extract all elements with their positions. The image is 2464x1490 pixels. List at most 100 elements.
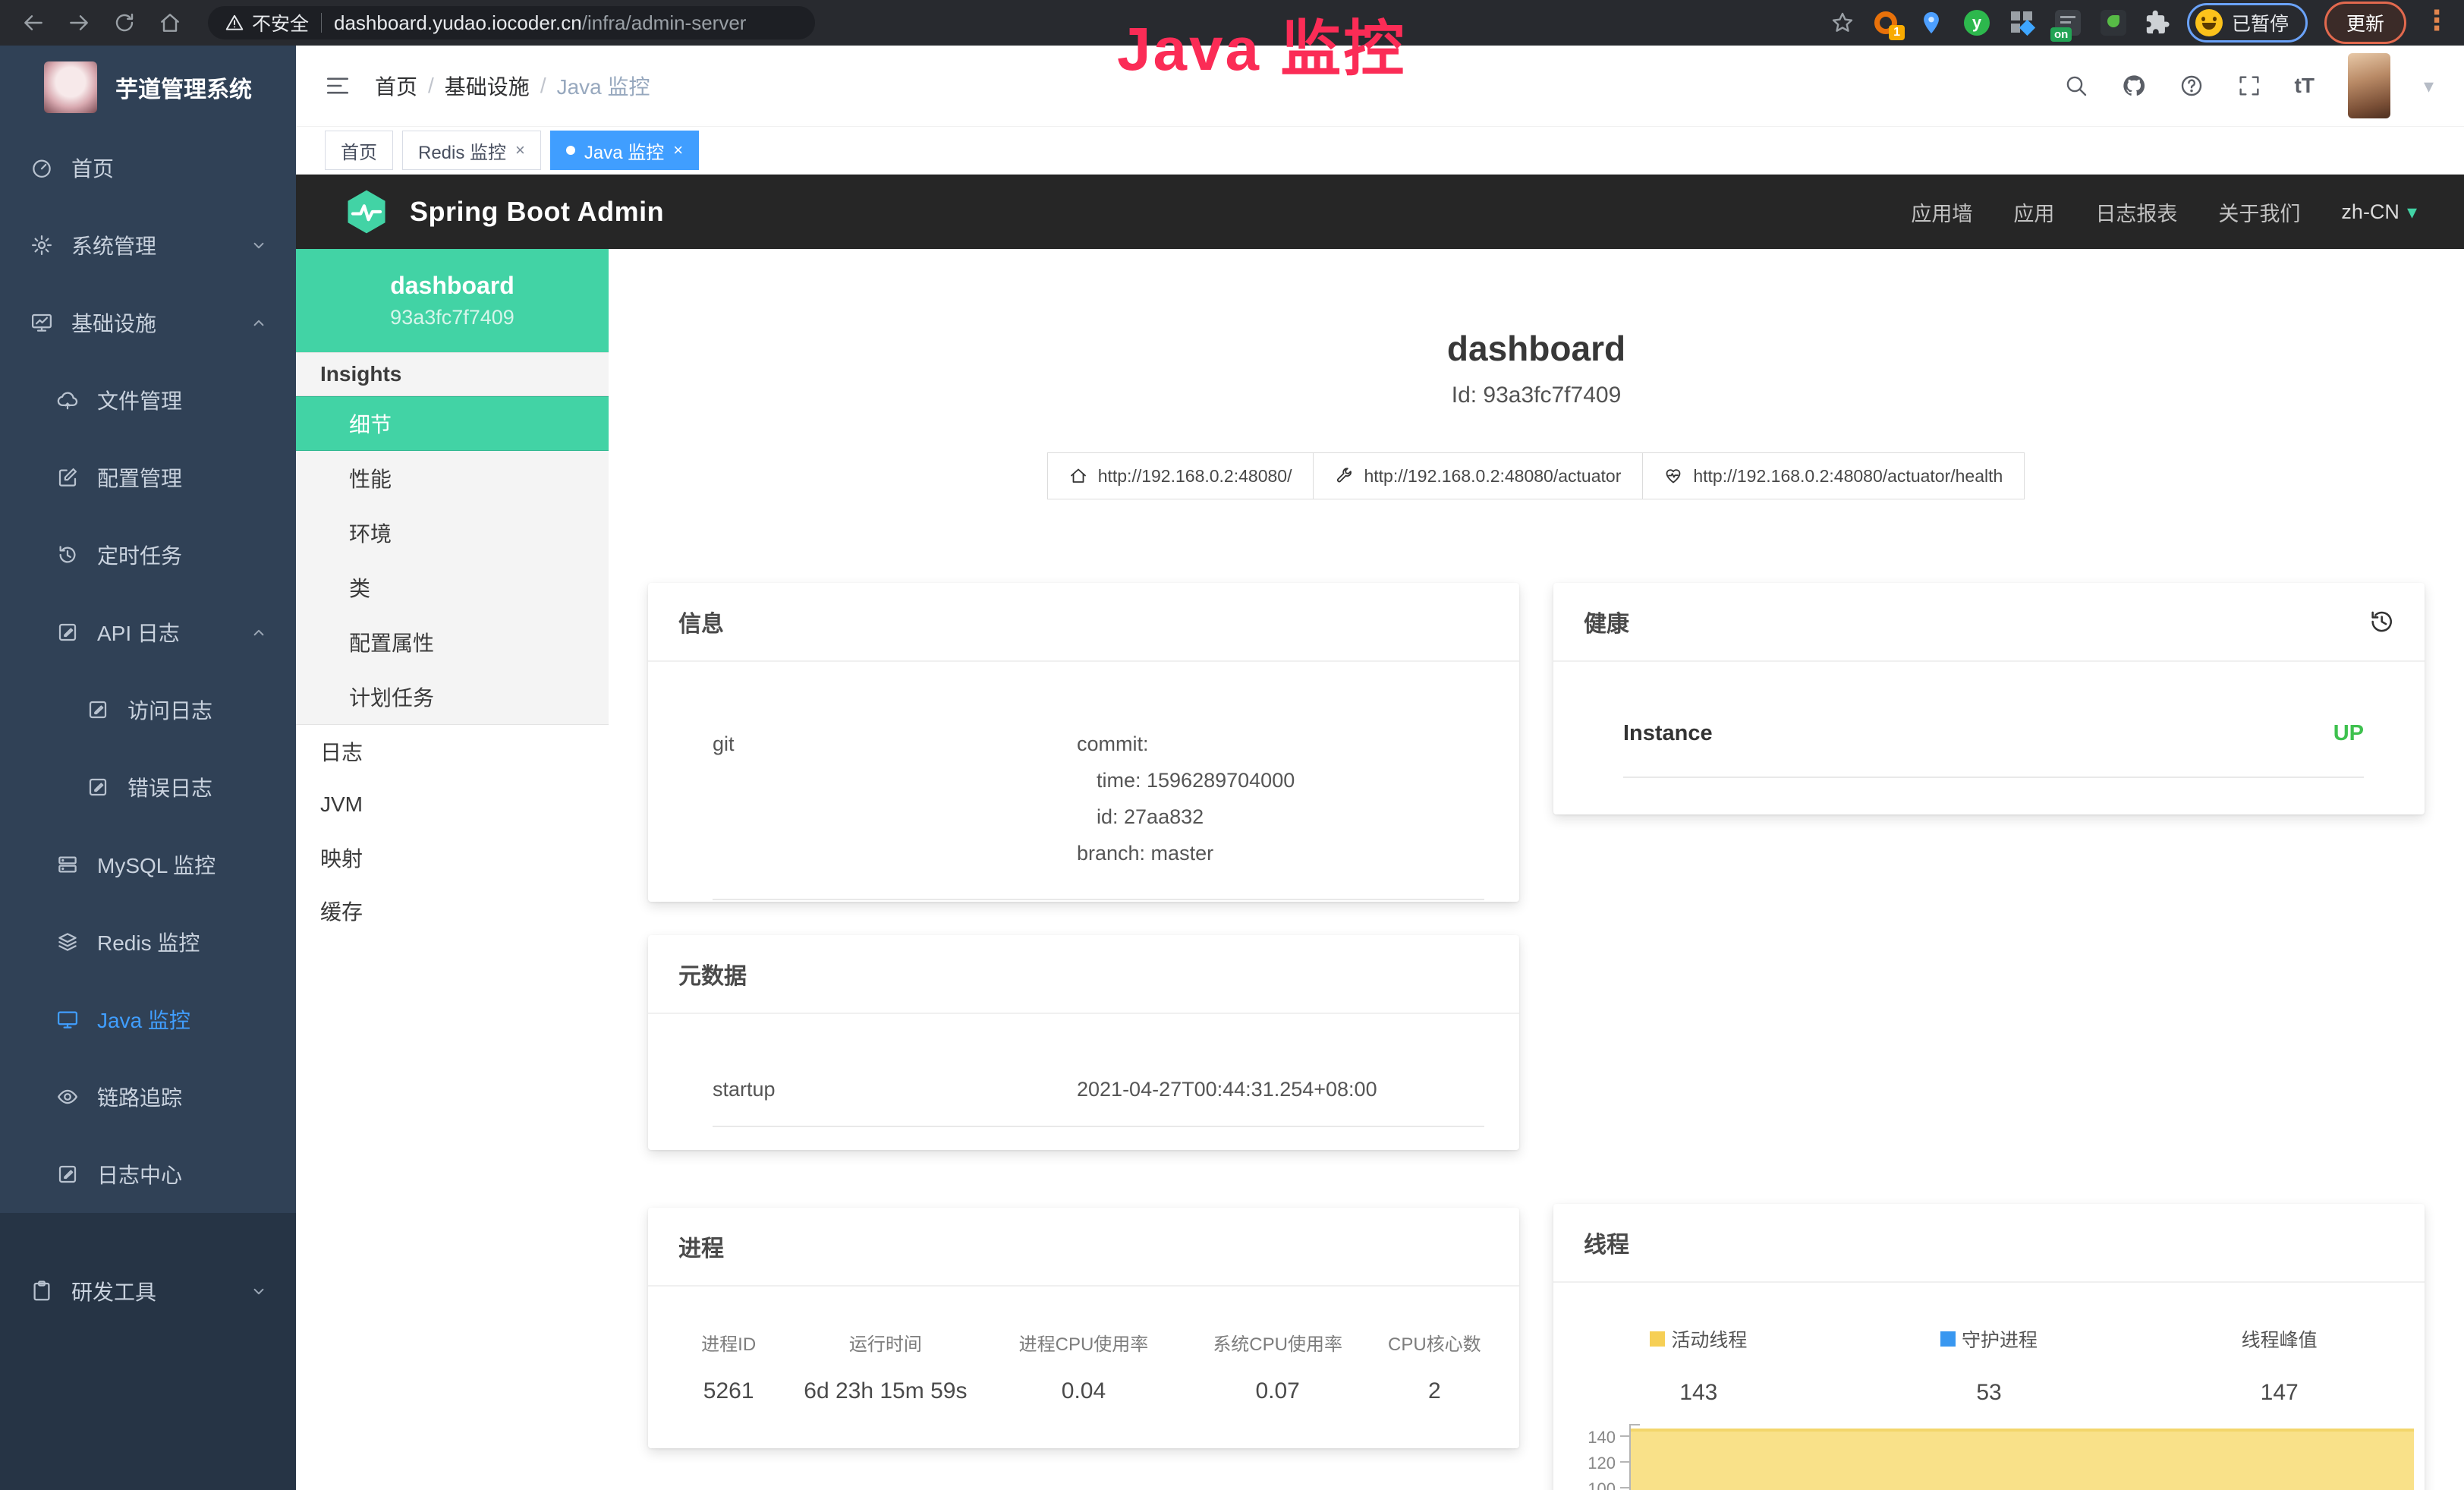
extension-on-icon[interactable]: on [2053,8,2082,37]
process-value: 6d 23h 15m 59s [786,1378,984,1404]
legend-peak-value: 147 [2134,1380,2425,1406]
sidebar-item-redis[interactable]: Redis 监控 [0,903,296,981]
search-icon[interactable] [2064,74,2088,98]
health-url-link[interactable]: http://192.168.0.2:48080/actuator/health [1642,452,2025,499]
info-value: commit: time: 1596289704000 id: 27aa832 … [1077,726,1484,871]
breadcrumb-separator: / [428,74,434,98]
github-icon[interactable] [2122,74,2146,98]
process-header: 运行时间 [786,1329,984,1356]
sidebar-item-files[interactable]: 文件管理 [0,361,296,439]
sba-instance-id: 93a3fc7f7409 [390,306,515,329]
process-card: 进程 进程ID5261 运行时间6d 23h 15m 59s 进程CPU使用率0… [648,1208,1519,1448]
sidebar-item-jobs[interactable]: 定时任务 [0,516,296,594]
sidebar-item-mysql[interactable]: MySQL 监控 [0,826,296,903]
sba-locale-select[interactable]: zh-CN ▾ [2341,200,2417,224]
legend-live-threads[interactable]: 活动线程 [1650,1325,1747,1353]
extensions-puzzle-icon[interactable] [2145,10,2170,36]
instance-links: http://192.168.0.2:48080/ http://192.168… [609,452,2464,499]
sidebar-item-devtools[interactable]: 研发工具 [0,1252,296,1330]
tag-label: 首页 [341,137,377,164]
browser-menu-icon[interactable]: ⋮ [2423,7,2450,39]
bookmark-star-icon[interactable] [1830,11,1855,35]
update-button[interactable]: 更新 [2324,2,2406,44]
paused-profile-chip[interactable]: 已暂停 [2187,3,2308,43]
back-icon[interactable] [21,11,46,35]
metadata-card: 元数据 startup 2021-04-27T00:44:31.254+08:0… [648,935,1519,1150]
sidebar-item-access-log[interactable]: 访问日志 [0,671,296,748]
metadata-card-title: 元数据 [678,957,747,991]
sidebar-item-infra[interactable]: 基础设施 [0,284,296,361]
sba-item-caches[interactable]: 缓存 [296,884,609,937]
sidebar-item-log-center[interactable]: 日志中心 [0,1136,296,1213]
url-domain: dashboard.yudao.iocoder.cn [334,11,582,35]
app-logo-row[interactable]: 芋道管理系统 [0,46,296,129]
threads-card: 线程 活动线程 143 守护进程 53 [1553,1204,2425,1490]
sba-item-configprops[interactable]: 配置属性 [296,615,609,669]
security-label[interactable]: 不安全 [252,9,309,36]
sba-nav-wallboard[interactable]: 应用墙 [1911,197,1972,227]
hamburger-icon[interactable] [325,73,351,99]
sba-nav-journal[interactable]: 日志报表 [2095,197,2177,227]
breadcrumb-home[interactable]: 首页 [375,71,417,101]
sidebar-item-label: 配置管理 [97,462,182,493]
reload-icon[interactable] [112,11,137,35]
layers-icon [56,931,79,953]
sba-item-mappings[interactable]: 映射 [296,831,609,884]
extension-leaf-icon[interactable] [2099,8,2128,37]
sba-item-metrics[interactable]: 性能 [296,451,609,506]
extension-grid-icon[interactable] [2008,8,2037,37]
process-value: 2 [1373,1378,1496,1404]
health-card: 健康 Instance UP [1553,583,2425,814]
sidebar-item-config[interactable]: 配置管理 [0,439,296,516]
sba-nav-applications[interactable]: 应用 [2013,197,2054,227]
font-size-icon[interactable]: tT [2295,74,2315,98]
sba-nav-about[interactable]: 关于我们 [2218,197,2300,227]
sidebar-item-system[interactable]: 系统管理 [0,206,296,284]
history-icon[interactable] [2368,609,2394,635]
actuator-url-link[interactable]: http://192.168.0.2:48080/actuator [1313,452,1643,499]
chevron-up-icon [249,622,269,642]
breadcrumb-infra[interactable]: 基础设施 [445,71,530,101]
sba-section-insights: Insights [296,352,609,396]
tag-home[interactable]: 首页 [325,131,393,170]
forward-icon[interactable] [67,11,91,35]
live-threads-area-series [1631,1429,2414,1490]
legend-daemon-threads[interactable]: 守护进程 [1940,1325,2038,1353]
close-icon[interactable]: × [673,140,683,160]
sba-instance-block[interactable]: dashboard 93a3fc7f7409 [296,249,609,352]
user-avatar[interactable] [2348,53,2390,118]
sidebar-item-api-log[interactable]: API 日志 [0,594,296,671]
sba-item-jvm[interactable]: JVM [296,778,609,831]
sba-brand-title[interactable]: Spring Boot Admin [410,196,664,228]
address-bar[interactable]: 不安全 dashboard.yudao.iocoder.cn /infra/ad… [208,6,815,39]
annotation-java-monitor: Java 监控 [1117,0,1406,88]
chevron-down-icon [249,235,269,255]
sidebar-item-error-log[interactable]: 错误日志 [0,748,296,826]
sba-item-scheduled-tasks[interactable]: 计划任务 [296,669,609,724]
extension-pin-icon[interactable] [1917,8,1946,37]
fullscreen-icon[interactable] [2237,74,2261,98]
extension-y-icon[interactable]: y [1962,8,1991,37]
close-icon[interactable]: × [515,140,525,160]
breadcrumb: 首页 / 基础设施 / Java 监控 [375,71,650,101]
process-card-title: 进程 [678,1230,724,1263]
sba-item-details[interactable]: 细节 [296,396,609,451]
sidebar-item-tracing[interactable]: 链路追踪 [0,1058,296,1136]
tag-redis[interactable]: Redis 监控 × [402,131,541,170]
sba-item-environment[interactable]: 环境 [296,506,609,560]
sidebar-item-home[interactable]: 首页 [0,129,296,206]
user-menu-caret-icon[interactable]: ▾ [2424,74,2434,98]
edit-doc-icon [56,1163,79,1186]
extension-orange-icon[interactable]: 1 [1871,8,1900,37]
sidebar-item-java[interactable]: Java 监控 [0,981,296,1058]
spring-boot-admin-logo-icon[interactable] [343,188,390,235]
y-tick-label: 120 [1567,1454,1616,1473]
service-url-link[interactable]: http://192.168.0.2:48080/ [1047,452,1314,499]
sba-item-classes[interactable]: 类 [296,560,609,615]
sba-item-logs[interactable]: 日志 [296,725,609,778]
y-tick-label: 140 [1567,1428,1616,1447]
tag-java[interactable]: Java 监控 × [550,131,699,170]
help-icon[interactable] [2179,74,2204,98]
edit-icon [56,466,79,489]
home-icon[interactable] [158,11,182,35]
